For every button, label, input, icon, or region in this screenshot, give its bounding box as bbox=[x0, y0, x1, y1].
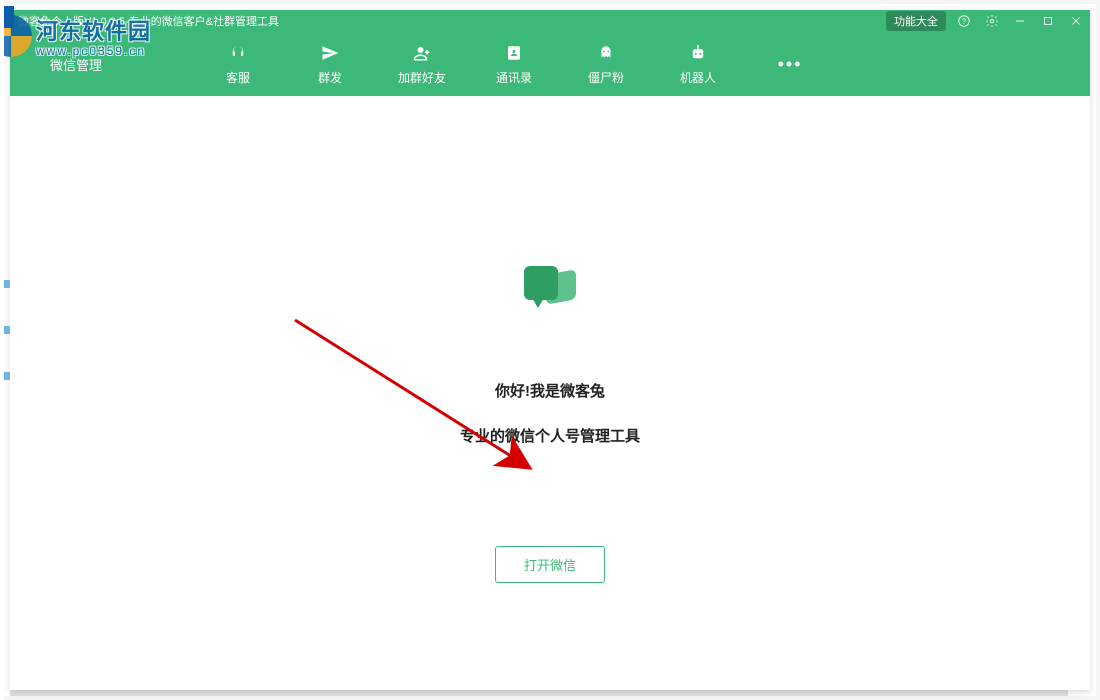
nav-bar: 微信管理 客服 群发 加群好友 通讯录 僵尸粉 bbox=[10, 32, 1090, 96]
nav-label: 客服 bbox=[226, 69, 250, 86]
gear-icon bbox=[985, 14, 999, 28]
left-edge-decoration bbox=[0, 0, 4, 700]
maximize-button[interactable] bbox=[1034, 10, 1062, 32]
nav-label: 僵尸粉 bbox=[588, 69, 624, 86]
nav-item-robot[interactable]: 机器人 bbox=[652, 43, 744, 86]
contacts-icon bbox=[504, 43, 524, 63]
help-icon: ? bbox=[957, 14, 971, 28]
window-title: 微客兔个人版V1.0.0.5-专业的微信客户&社群管理工具 bbox=[18, 13, 279, 29]
close-icon bbox=[1069, 14, 1083, 28]
ghost-icon bbox=[596, 43, 616, 63]
minimize-icon bbox=[1013, 14, 1027, 28]
feature-list-button[interactable]: 功能大全 bbox=[886, 11, 946, 31]
nav-item-broadcast[interactable]: 群发 bbox=[284, 43, 376, 86]
window-card: 微客兔个人版V1.0.0.5-专业的微信客户&社群管理工具 功能大全 ? bbox=[10, 10, 1090, 690]
main-content: 你好!我是微客兔 专业的微信个人号管理工具 打开微信 bbox=[10, 96, 1090, 690]
app-window: 微客兔个人版V1.0.0.5-专业的微信客户&社群管理工具 功能大全 ? bbox=[4, 4, 1096, 696]
robot-icon bbox=[688, 43, 708, 63]
greeting-text: 你好!我是微客兔 bbox=[495, 380, 605, 401]
open-wechat-button[interactable]: 打开微信 bbox=[495, 546, 605, 583]
nav-label: 通讯录 bbox=[496, 69, 532, 86]
nav-item-zombie-fans[interactable]: 僵尸粉 bbox=[560, 43, 652, 86]
title-bar: 微客兔个人版V1.0.0.5-专业的微信客户&社群管理工具 功能大全 ? bbox=[10, 10, 1090, 32]
help-button[interactable]: ? bbox=[950, 10, 978, 32]
nav-item-customer-service[interactable]: 客服 bbox=[192, 43, 284, 86]
nav-label: 加群好友 bbox=[398, 69, 446, 86]
nav-more-button[interactable]: ••• bbox=[744, 54, 836, 75]
nav-label: 群发 bbox=[318, 69, 342, 86]
app-logo bbox=[524, 266, 576, 310]
maximize-icon bbox=[1041, 14, 1055, 28]
close-button[interactable] bbox=[1062, 10, 1090, 32]
subtitle-text: 专业的微信个人号管理工具 bbox=[460, 425, 640, 446]
svg-text:?: ? bbox=[962, 18, 966, 25]
user-plus-icon bbox=[412, 43, 432, 63]
nav-item-contacts[interactable]: 通讯录 bbox=[468, 43, 560, 86]
send-icon bbox=[320, 43, 340, 63]
more-icon: ••• bbox=[778, 54, 803, 75]
nav-section-title: 微信管理 bbox=[50, 55, 102, 74]
settings-button[interactable] bbox=[978, 10, 1006, 32]
minimize-button[interactable] bbox=[1006, 10, 1034, 32]
headset-icon bbox=[228, 43, 248, 63]
nav-item-add-friends[interactable]: 加群好友 bbox=[376, 43, 468, 86]
nav-label: 机器人 bbox=[680, 69, 716, 86]
